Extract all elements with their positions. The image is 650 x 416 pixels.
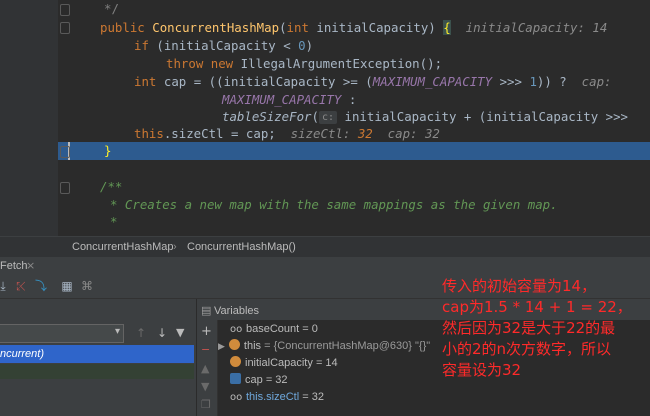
parameter-hint: c: <box>319 111 338 124</box>
variable-row[interactable]: oo baseCount = 0 <box>230 321 318 338</box>
arrow-down-icon[interactable]: ↓ <box>157 326 167 340</box>
watch-icon: oo <box>230 392 243 403</box>
arrow-up-icon[interactable]: ↑ <box>136 326 146 340</box>
code-line: if (initialCapacity < 0) <box>134 38 314 53</box>
breadcrumb: ConcurrentHashMap › ConcurrentHashMap() <box>0 236 650 257</box>
run-to-cursor-icon[interactable]: ⤵ <box>34 279 48 293</box>
expand-arrow-icon[interactable]: ▶ <box>218 342 225 352</box>
breadcrumb-separator: › <box>173 241 177 253</box>
variable-row[interactable]: ▶ this = {ConcurrentHashMap@630} "{}" <box>218 338 430 355</box>
move-down-icon[interactable]: ▼ <box>201 380 209 393</box>
fold-icon[interactable] <box>60 182 70 194</box>
code-line: tableSizeFor(c: initialCapacity + (initi… <box>222 109 628 124</box>
add-icon[interactable]: + <box>201 324 212 339</box>
settings-icon[interactable]: ⌘ <box>80 279 94 293</box>
thread-select[interactable]: ▾ <box>0 324 124 343</box>
step-icon[interactable]: ⤓ <box>0 279 10 293</box>
close-icon[interactable]: × <box>26 259 35 272</box>
variables-side-toolbar: + − ▲ ▼ ❐ <box>197 320 218 416</box>
fold-icon[interactable] <box>60 146 70 158</box>
variable-row[interactable]: cap = 32 <box>230 372 288 389</box>
variables-icon: ▤ <box>201 304 212 317</box>
variable-row[interactable]: initialCapacity = 14 <box>230 355 338 372</box>
code-line: this.sizeCtl = cap; sizeCtl: 32 cap: 32 <box>134 126 440 141</box>
tab-fetch[interactable]: Fetch <box>0 260 28 272</box>
code-line: * Creates a new map with the same mappin… <box>110 197 558 212</box>
annotation-text: 传入的初始容量为14， cap为1.5 * 14 + 1 = 22， 然后因为3… <box>442 277 632 379</box>
fold-icon[interactable] <box>60 22 70 34</box>
watch-icon: oo <box>230 324 243 335</box>
move-up-icon[interactable]: ▲ <box>201 362 209 375</box>
editor-gutter[interactable] <box>0 0 58 236</box>
filter-icon[interactable]: ▼ <box>176 326 184 339</box>
copy-icon[interactable]: ❐ <box>201 398 211 411</box>
code-line: throw new IllegalArgumentException(); <box>166 56 443 71</box>
code-line: int cap = ((initialCapacity >= (MAXIMUM_… <box>134 74 612 89</box>
table-icon[interactable]: ▦ <box>60 279 74 293</box>
current-execution-line <box>58 142 650 160</box>
local-variable-icon <box>230 373 241 384</box>
code-line: /** <box>100 179 123 194</box>
breadcrumb-item[interactable]: ConcurrentHashMap <box>72 241 174 253</box>
variable-row[interactable]: oo this.sizeCtl = 32 <box>230 389 324 406</box>
code-line: } <box>104 143 112 158</box>
fold-icon[interactable] <box>60 4 70 16</box>
code-line: public ConcurrentHashMap(int initialCapa… <box>100 20 608 35</box>
code-line: MAXIMUM_CAPACITY : <box>222 92 357 107</box>
frame-item-selected[interactable]: ncurrent) <box>0 345 194 363</box>
frame-item[interactable] <box>0 364 194 379</box>
parameter-icon <box>230 356 241 367</box>
debug-tab-bar: Fetch × <box>0 257 650 275</box>
code-line: */ <box>104 1 119 16</box>
breadcrumb-item[interactable]: ConcurrentHashMap() <box>187 241 296 253</box>
remove-icon[interactable]: − <box>201 343 210 356</box>
stop-icon[interactable]: ⤪ <box>14 279 28 293</box>
field-icon <box>228 339 240 350</box>
chevron-down-icon: ▾ <box>114 326 120 337</box>
code-line: * <box>110 214 118 229</box>
